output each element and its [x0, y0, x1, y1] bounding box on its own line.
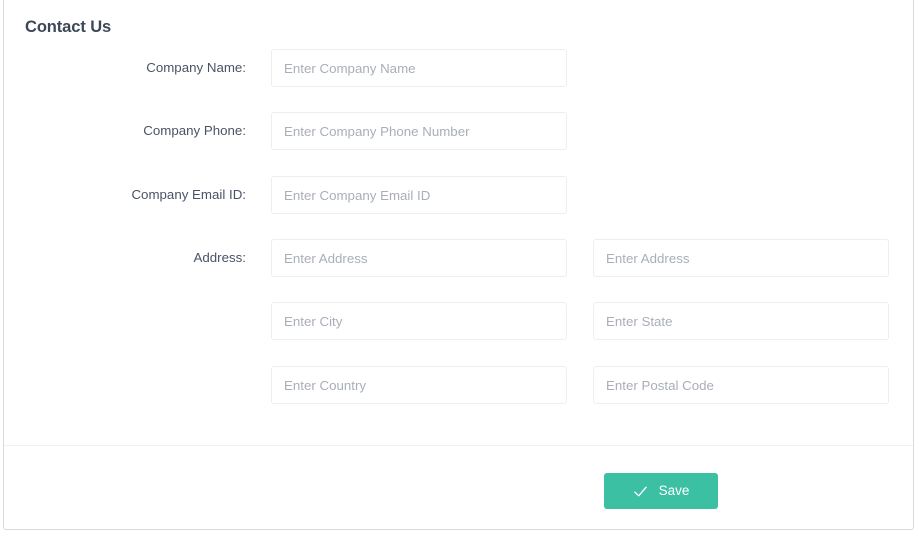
address-line-2-input[interactable] [593, 239, 889, 277]
card-header: Contact Us [4, 0, 913, 37]
form-row-country-postal [4, 366, 913, 404]
label-address: Address: [193, 250, 246, 265]
label-company-name: Company Name: [146, 60, 246, 75]
save-button-label: Save [658, 483, 690, 499]
form-row-company-phone: Company Phone: [4, 112, 913, 150]
save-button[interactable]: Save [604, 473, 718, 509]
label-company-email-id: Company Email ID: [131, 187, 246, 202]
card-footer: Save [4, 446, 913, 528]
check-icon [633, 484, 648, 499]
address-line-1-input[interactable] [271, 239, 567, 277]
form-row-company-email: Company Email ID: [4, 176, 913, 214]
country-input[interactable] [271, 366, 567, 404]
page-title: Contact Us [25, 18, 112, 36]
company-email-input[interactable] [271, 176, 567, 214]
contact-us-card: Contact Us Company Name: Company Phone: … [3, 0, 914, 530]
company-name-input[interactable] [271, 49, 567, 87]
form-row-company-name: Company Name: [4, 49, 913, 87]
postal-code-input[interactable] [593, 366, 889, 404]
form-row-city-state [4, 302, 913, 340]
state-input[interactable] [593, 302, 889, 340]
form-row-address-line-1: Address: [4, 239, 913, 277]
label-company-phone: Company Phone: [143, 123, 246, 138]
company-phone-input[interactable] [271, 112, 567, 150]
city-input[interactable] [271, 302, 567, 340]
contact-form: Company Name: Company Phone: Company Ema… [4, 37, 913, 439]
